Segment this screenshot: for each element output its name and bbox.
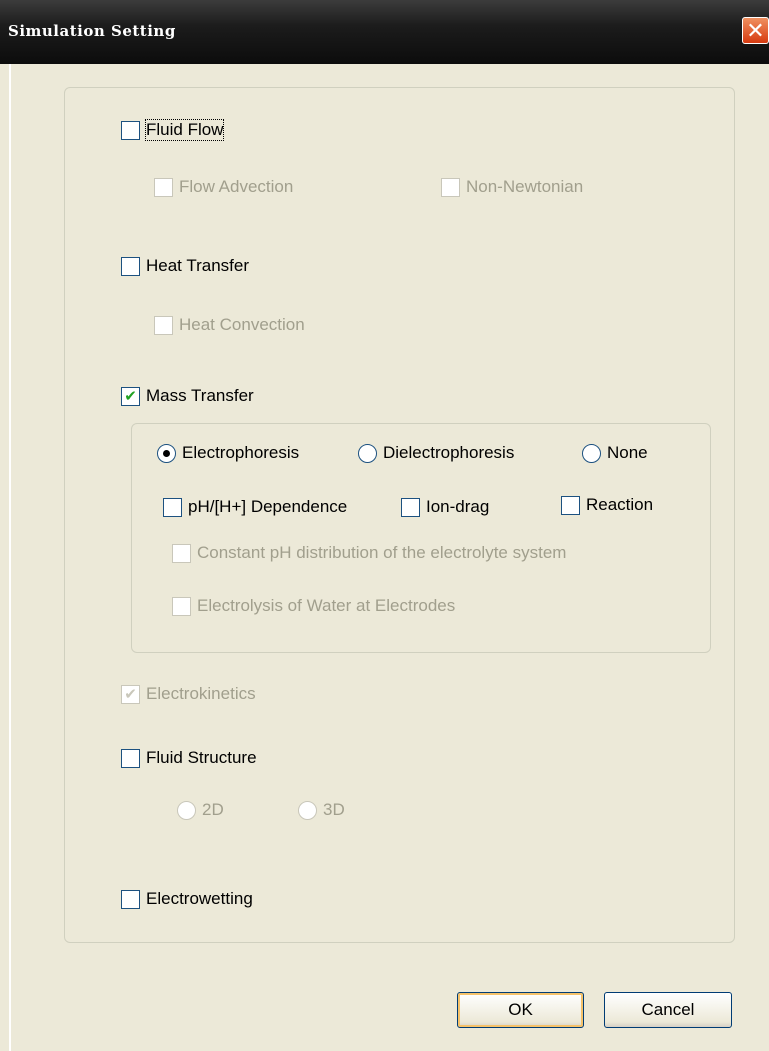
- check-mark-icon: ✔: [124, 387, 137, 405]
- ph-dependence-label: pH/[H+] Dependence: [188, 497, 348, 516]
- dielectrophoresis-radio[interactable]: Dielectrophoresis: [358, 443, 514, 463]
- heat-convection-checkbox[interactable]: Heat Convection: [154, 315, 305, 335]
- electrokinetics-label: Electrokinetics: [146, 684, 256, 703]
- ion-drag-label: Ion-drag: [426, 497, 490, 516]
- electrokinetics-checkbox[interactable]: ✔ Electrokinetics: [121, 684, 256, 704]
- mass-transfer-checkbox[interactable]: ✔ Mass Transfer: [121, 386, 254, 406]
- close-button[interactable]: ✕: [742, 17, 769, 44]
- flow-advection-checkbox[interactable]: Flow Advection: [154, 177, 293, 197]
- title-bar: Simulation Setting ✕: [0, 0, 769, 64]
- heat-transfer-label: Heat Transfer: [146, 256, 249, 275]
- checkbox-box: [154, 315, 173, 335]
- electrowetting-checkbox[interactable]: Electrowetting: [121, 889, 253, 909]
- electrolysis-label: Electrolysis of Water at Electrodes: [197, 596, 456, 615]
- constant-ph-label: Constant pH distribution of the electrol…: [197, 543, 567, 562]
- 3d-radio[interactable]: 3D: [298, 800, 345, 820]
- checkbox-box: [172, 543, 191, 563]
- checkbox-box: [401, 497, 420, 517]
- ph-dependence-checkbox[interactable]: pH/[H+] Dependence: [163, 497, 347, 517]
- none-label: None: [607, 443, 648, 462]
- checkbox-box: [172, 596, 191, 616]
- 2d-label: 2D: [202, 800, 224, 819]
- checkbox-box: [121, 889, 140, 909]
- 3d-label: 3D: [323, 800, 345, 819]
- checkbox-box: [163, 497, 182, 517]
- radio-selected-dot: [163, 449, 170, 457]
- checkbox-box: [441, 177, 460, 197]
- close-icon: ✕: [746, 17, 765, 43]
- non-newtonian-checkbox[interactable]: Non-Newtonian: [441, 177, 583, 197]
- electrolysis-checkbox[interactable]: Electrolysis of Water at Electrodes: [172, 596, 455, 616]
- dielectrophoresis-label: Dielectrophoresis: [383, 443, 515, 462]
- fluid-structure-label: Fluid Structure: [146, 748, 257, 767]
- electrowetting-label: Electrowetting: [146, 889, 253, 908]
- checkbox-box: [121, 748, 140, 768]
- 2d-radio[interactable]: 2D: [177, 800, 224, 820]
- fluid-flow-checkbox[interactable]: Fluid Flow: [121, 119, 225, 141]
- radio-circle: [298, 800, 317, 820]
- reaction-label: Reaction: [586, 495, 654, 514]
- checkbox-box: ✔: [121, 386, 140, 406]
- heat-transfer-checkbox[interactable]: Heat Transfer: [121, 256, 249, 276]
- check-mark-icon: ✔: [124, 685, 137, 703]
- reaction-checkbox[interactable]: Reaction: [561, 495, 653, 515]
- cancel-button[interactable]: Cancel: [604, 992, 732, 1028]
- checkbox-box: [154, 177, 173, 197]
- checkbox-box: [561, 495, 580, 515]
- radio-circle: [157, 443, 176, 463]
- mass-transfer-label: Mass Transfer: [146, 386, 254, 405]
- radio-circle: [358, 443, 377, 463]
- fluid-flow-label: Fluid Flow: [144, 119, 225, 141]
- electrophoresis-label: Electrophoresis: [182, 443, 300, 462]
- radio-circle: [582, 443, 601, 463]
- electrophoresis-radio[interactable]: Electrophoresis: [157, 443, 299, 463]
- ion-drag-checkbox[interactable]: Ion-drag: [401, 497, 489, 517]
- ok-button[interactable]: OK: [457, 992, 584, 1028]
- checkbox-box: ✔: [121, 684, 140, 704]
- non-newtonian-label: Non-Newtonian: [466, 177, 584, 196]
- heat-convection-label: Heat Convection: [179, 315, 305, 334]
- fluid-structure-checkbox[interactable]: Fluid Structure: [121, 748, 257, 768]
- radio-circle: [177, 800, 196, 820]
- flow-advection-label: Flow Advection: [179, 177, 294, 196]
- constant-ph-checkbox[interactable]: Constant pH distribution of the electrol…: [172, 543, 566, 563]
- window-title: Simulation Setting: [8, 22, 176, 40]
- none-radio[interactable]: None: [582, 443, 648, 463]
- checkbox-box: [121, 256, 140, 276]
- checkbox-box: [121, 120, 140, 140]
